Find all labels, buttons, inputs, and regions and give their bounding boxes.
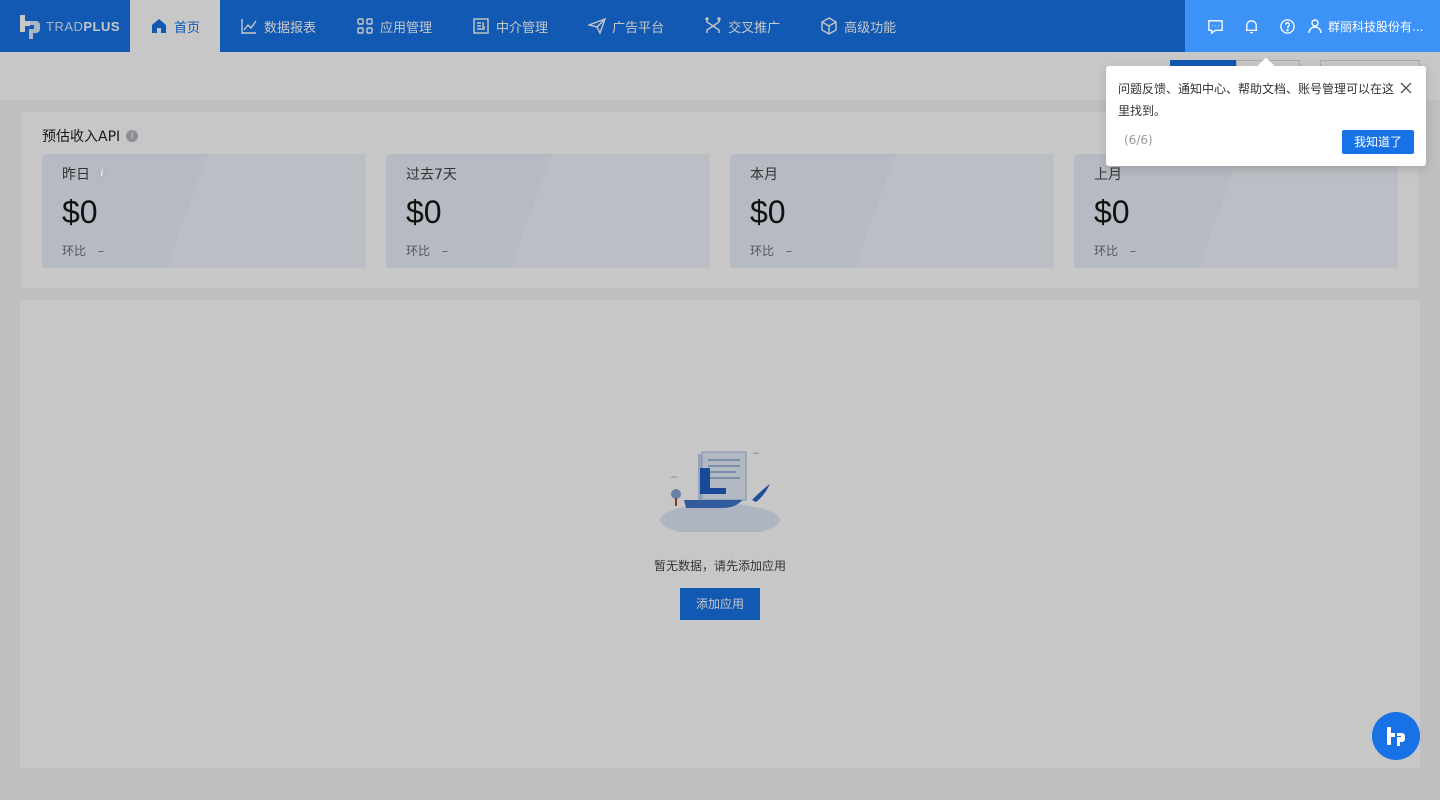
tradplus-logo-icon	[1387, 727, 1405, 746]
tradplus-logo[interactable]: TRADPLUS	[18, 12, 120, 40]
bell-icon	[1245, 19, 1257, 33]
info-icon[interactable]: i	[96, 168, 108, 180]
compare-value: –	[98, 244, 105, 258]
line-chart-icon	[241, 19, 257, 34]
stat-label-text: 本月	[750, 167, 778, 183]
logo-text: TRADPLUS	[46, 18, 121, 34]
nav-item-advanced[interactable]: 高级功能	[800, 0, 916, 52]
stat-card-this-month: 本月 $0 环比 –	[730, 154, 1054, 268]
guide-text: 问题反馈、通知中心、帮助文档、账号管理可以在这里找到。	[1118, 82, 1395, 118]
feedback-icon	[1207, 19, 1223, 34]
compare-label: 环比	[406, 244, 431, 258]
notifications-button[interactable]	[1233, 8, 1269, 44]
stat-label-text: 上月	[1094, 167, 1122, 183]
revenue-title-text: 预估收入API	[42, 129, 121, 145]
tradplus-logo-icon	[20, 15, 40, 39]
stat-label: 本月	[750, 164, 778, 184]
nav-item-label: 交叉推广	[728, 20, 781, 36]
nav-item-label: 高级功能	[844, 20, 897, 36]
stat-value: $0	[1094, 194, 1130, 230]
add-app-button[interactable]: 添加应用	[680, 588, 760, 620]
nav-item-label: 广告平台	[612, 20, 665, 36]
help-icon	[1279, 18, 1295, 34]
stat-label: 上月	[1094, 164, 1122, 184]
empty-state-message: 暂无数据，请先添加应用	[653, 559, 786, 573]
guide-step-counter: (6/6)	[1124, 133, 1153, 147]
nav-item-cross-promotion[interactable]: 交叉推广	[684, 0, 800, 52]
nav-item-ad-platform[interactable]: 广告平台	[568, 0, 684, 52]
paper-plane-icon	[588, 17, 607, 35]
stat-label: 过去7天	[406, 164, 457, 184]
feedback-button[interactable]	[1197, 8, 1233, 44]
stat-card-last-7-days: 过去7天 $0 环比 –	[386, 154, 710, 268]
stat-value: $0	[62, 194, 98, 230]
compare-value: –	[1130, 244, 1137, 258]
grid-icon	[357, 18, 373, 34]
revenue-title: 预估收入API i	[42, 126, 139, 146]
got-it-button[interactable]: 我知道了	[1342, 130, 1414, 154]
user-name: 群丽科技股份有...	[1328, 19, 1424, 34]
stat-card-last-month: 上月 $0 环比 –	[1074, 154, 1398, 268]
empty-state-panel: 暂无数据，请先添加应用 添加应用	[20, 300, 1420, 768]
close-icon[interactable]	[1398, 80, 1414, 96]
stat-compare: 环比 –	[62, 242, 104, 259]
stat-card-yesterday: 昨日 i $0 环比 –	[42, 154, 366, 268]
cube-icon	[821, 17, 837, 35]
nav-item-label: 数据报表	[264, 20, 317, 36]
stat-compare: 环比 –	[750, 242, 792, 259]
nav-item-reports[interactable]: 数据报表	[220, 0, 336, 52]
nav-item-home[interactable]: 首页	[130, 0, 221, 52]
stat-compare: 环比 –	[1094, 242, 1136, 259]
compare-label: 环比	[1094, 244, 1119, 258]
compare-label: 环比	[62, 244, 87, 258]
nav-item-label: 应用管理	[380, 20, 433, 36]
nav-item-apps[interactable]: 应用管理	[336, 0, 452, 52]
stat-label-text: 昨日	[62, 167, 90, 183]
compare-value: –	[442, 244, 449, 258]
home-icon	[152, 19, 166, 33]
compare-label: 环比	[750, 244, 775, 258]
stat-value: $0	[406, 194, 442, 230]
cross-arrows-icon	[705, 17, 721, 33]
help-button[interactable]	[1269, 8, 1305, 44]
guide-popover: 问题反馈、通知中心、帮助文档、账号管理可以在这里找到。 (6/6) 我知道了	[1106, 66, 1426, 166]
main-nav: 首页 数据报表 应用管理 中介管理 广告平台 交叉推广 高级功能	[130, 0, 916, 52]
nav-item-label: 中介管理	[496, 20, 549, 36]
document-icon	[473, 18, 489, 34]
stat-label: 昨日 i	[62, 164, 108, 184]
top-right-toolbar: 群丽科技股份有...	[1185, 0, 1440, 52]
stat-label-text: 过去7天	[406, 167, 457, 183]
stat-value: $0	[750, 194, 786, 230]
nav-item-label: 首页	[174, 20, 201, 36]
stat-compare: 环比 –	[406, 242, 448, 259]
floating-support-button[interactable]	[1372, 712, 1420, 760]
empty-document-illustration	[660, 451, 780, 532]
account-menu[interactable]: 群丽科技股份有...	[1307, 18, 1423, 35]
nav-item-mediation[interactable]: 中介管理	[452, 0, 568, 52]
compare-value: –	[786, 244, 793, 258]
info-icon[interactable]: i	[126, 130, 139, 142]
user-icon	[1308, 19, 1322, 34]
